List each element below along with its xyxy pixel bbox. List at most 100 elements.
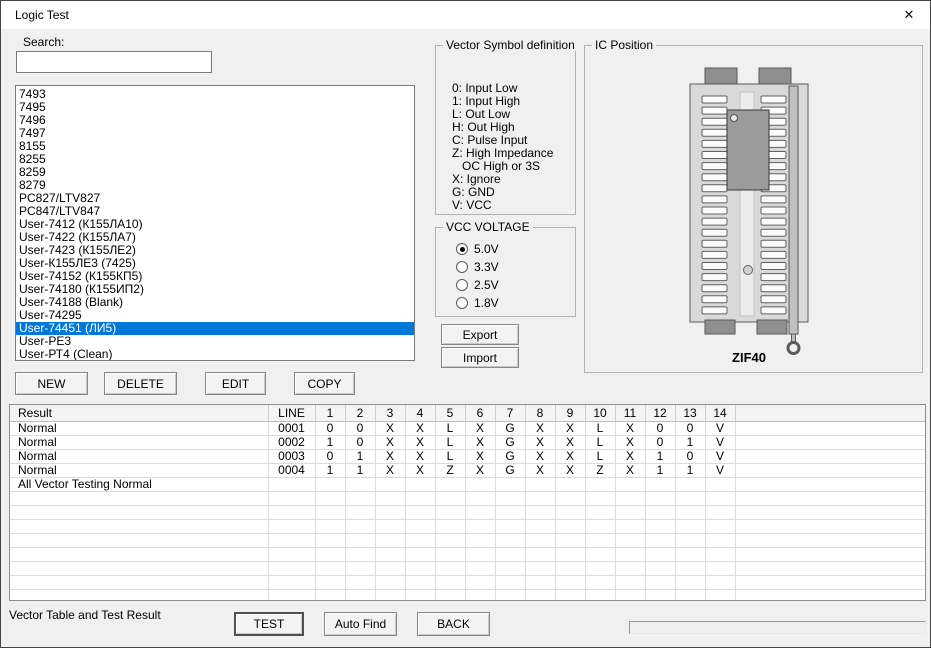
list-item[interactable]: 8155 <box>16 140 414 153</box>
result-cell: Normal <box>10 435 268 449</box>
test-button[interactable]: TEST <box>234 612 304 636</box>
radio-label: 5.0V <box>474 242 499 256</box>
list-item[interactable]: 8255 <box>16 153 414 166</box>
empty-row <box>10 533 925 547</box>
edit-button[interactable]: EDIT <box>205 372 266 395</box>
vcc-radio-3.3V[interactable]: 3.3V <box>456 258 499 276</box>
pin-cell: 1 <box>645 463 675 477</box>
column-header[interactable]: 10 <box>585 405 615 421</box>
radio-icon <box>456 297 468 309</box>
pin-cell: X <box>615 421 645 435</box>
pin-cell: 1 <box>315 435 345 449</box>
column-header[interactable]: 7 <box>495 405 525 421</box>
column-header[interactable]: 4 <box>405 405 435 421</box>
pin-cell: G <box>495 435 525 449</box>
radio-icon <box>456 279 468 291</box>
result-cell: Normal <box>10 463 268 477</box>
table-row[interactable]: Normal000210XXLXGXXLX01V <box>10 435 925 449</box>
export-button[interactable]: Export <box>441 324 519 345</box>
pin-cell: X <box>405 463 435 477</box>
column-header[interactable]: 12 <box>645 405 675 421</box>
vector-symbol-group: Vector Symbol definition 0: Input Low1: … <box>435 45 576 215</box>
vcc-radio-1.8V[interactable]: 1.8V <box>456 294 499 312</box>
new-button[interactable]: NEW <box>15 372 88 395</box>
column-header[interactable]: 3 <box>375 405 405 421</box>
list-item[interactable]: User-РТ4 (Clean) <box>16 348 414 361</box>
vector-symbol-line: V: VCC <box>452 199 553 212</box>
list-item[interactable]: 7496 <box>16 114 414 127</box>
list-item[interactable]: 7495 <box>16 101 414 114</box>
result-cell: Normal <box>10 421 268 435</box>
ic-position-group: IC Position ZIF40 <box>584 45 923 373</box>
list-item[interactable]: 7493 <box>16 88 414 101</box>
pin-cell: L <box>585 435 615 449</box>
line-cell: 0001 <box>268 421 315 435</box>
table-row[interactable]: Normal000411XXZXGXXZX11V <box>10 463 925 477</box>
pin-cell: X <box>615 435 645 449</box>
column-header[interactable]: 6 <box>465 405 495 421</box>
close-icon[interactable]: ✕ <box>894 4 924 26</box>
auto-find-button[interactable]: Auto Find <box>324 612 397 636</box>
pin-cell: L <box>435 421 465 435</box>
column-header-filler <box>735 405 925 421</box>
pin-cell: 0 <box>345 421 375 435</box>
result-cell: Normal <box>10 449 268 463</box>
summary-row[interactable]: All Vector Testing Normal <box>10 477 925 491</box>
pin-cell: V <box>705 421 735 435</box>
column-header[interactable]: 2 <box>345 405 375 421</box>
empty-row <box>10 589 925 601</box>
column-header[interactable]: 1 <box>315 405 345 421</box>
pin-cell: X <box>555 463 585 477</box>
column-header[interactable]: 13 <box>675 405 705 421</box>
vcc-radio-5.0V[interactable]: 5.0V <box>456 240 499 258</box>
search-label: Search: <box>23 35 64 49</box>
vector-result-table[interactable]: ResultLINE1234567891011121314Normal00010… <box>9 404 926 601</box>
pin-cell: G <box>495 421 525 435</box>
pin-cell: 1 <box>675 463 705 477</box>
list-item-selected[interactable]: User-74451 (ЛИ5) <box>16 322 414 335</box>
vcc-voltage-group-title: VCC VOLTAGE <box>443 221 533 233</box>
chip-list[interactable]: 74937495749674978155825582598279PC827/LT… <box>15 85 415 361</box>
column-header[interactable]: 11 <box>615 405 645 421</box>
line-cell: 0004 <box>268 463 315 477</box>
pin-cell: X <box>465 463 495 477</box>
column-header[interactable]: 8 <box>525 405 555 421</box>
pin-cell: 0 <box>675 421 705 435</box>
copy-button[interactable]: COPY <box>294 372 355 395</box>
pin-cell: X <box>525 463 555 477</box>
table-row[interactable]: Normal000100XXLXGXXLX00V <box>10 421 925 435</box>
table-row[interactable]: Normal000301XXLXGXXLX10V <box>10 449 925 463</box>
column-header[interactable]: 9 <box>555 405 585 421</box>
radio-icon <box>456 243 468 255</box>
footer-label: Vector Table and Test Result <box>9 608 161 622</box>
search-input[interactable] <box>16 51 212 73</box>
radio-label: 1.8V <box>474 296 499 310</box>
vector-symbol-lines: 0: Input Low1: Input HighL: Out LowH: Ou… <box>452 82 553 212</box>
delete-button[interactable]: DELETE <box>104 372 177 395</box>
pin-cell: X <box>405 449 435 463</box>
back-button[interactable]: BACK <box>417 612 490 636</box>
list-item[interactable]: 8259 <box>16 166 414 179</box>
column-header[interactable]: LINE <box>268 405 315 421</box>
column-header[interactable]: Result <box>10 405 268 421</box>
pin-cell: X <box>465 421 495 435</box>
list-item[interactable]: 7497 <box>16 127 414 140</box>
import-button[interactable]: Import <box>441 347 519 368</box>
pin-cell: X <box>525 421 555 435</box>
pin-cell: X <box>555 449 585 463</box>
pin-cell: 0 <box>645 435 675 449</box>
table-header-row: ResultLINE1234567891011121314 <box>10 405 925 421</box>
radio-label: 2.5V <box>474 278 499 292</box>
pin-cell: 1 <box>345 463 375 477</box>
empty-row <box>10 561 925 575</box>
pin-cell: 1 <box>345 449 375 463</box>
column-header[interactable]: 14 <box>705 405 735 421</box>
pin-cell: X <box>375 463 405 477</box>
pin-cell: V <box>705 463 735 477</box>
progress-bar <box>629 621 926 634</box>
vcc-radio-2.5V[interactable]: 2.5V <box>456 276 499 294</box>
column-header[interactable]: 5 <box>435 405 465 421</box>
pin-cell: L <box>435 435 465 449</box>
empty-row <box>10 547 925 561</box>
pin-cell: G <box>495 463 525 477</box>
